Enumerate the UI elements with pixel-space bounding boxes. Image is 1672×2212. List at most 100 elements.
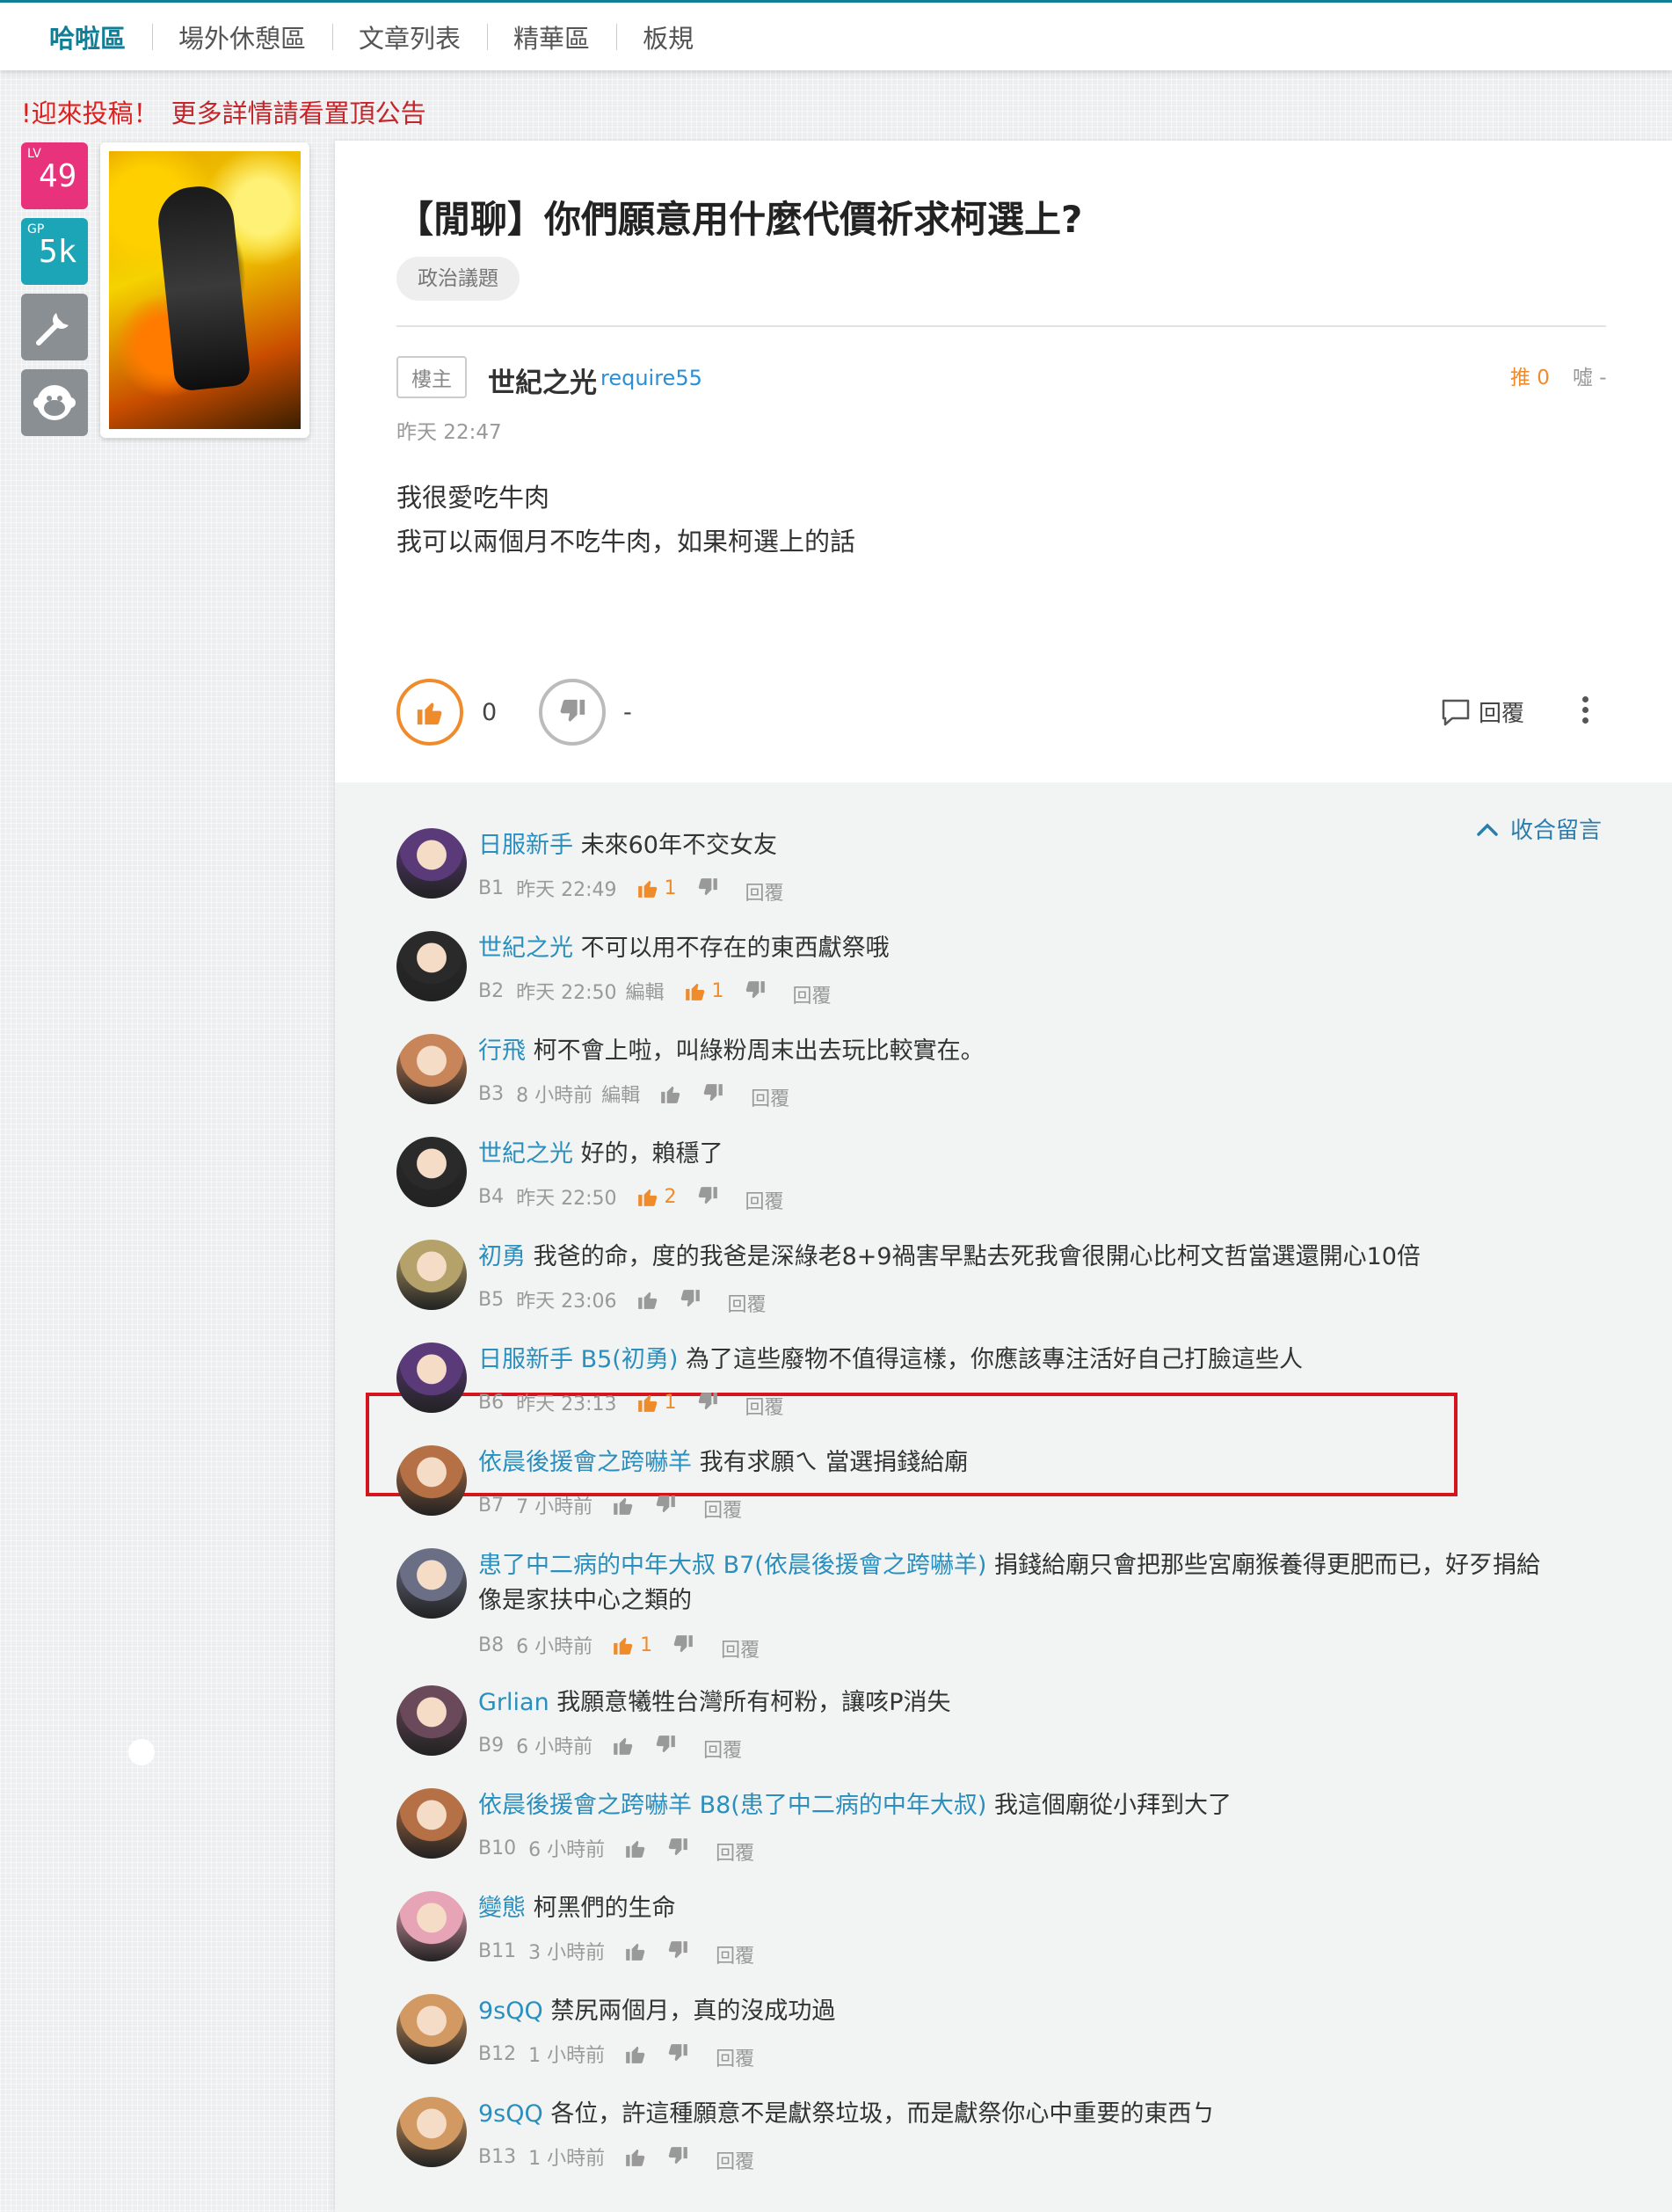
commenter-avatar[interactable] [396, 1034, 467, 1104]
commenter-name[interactable]: 變態 [478, 1895, 526, 1922]
commenter-name[interactable]: 依晨後援會之跨嚇羊 [478, 1449, 692, 1476]
comment-reply-button[interactable]: 回覆 [793, 980, 832, 1008]
avatar-button[interactable] [21, 369, 88, 436]
comment-dislike-button[interactable] [666, 1837, 689, 1859]
reply-target[interactable]: B5(初勇) [581, 1346, 679, 1373]
comment-reply-button[interactable]: 回覆 [728, 1289, 767, 1317]
comment-reply-button[interactable]: 回覆 [745, 1392, 784, 1420]
comment-reply-button[interactable]: 回覆 [716, 2146, 754, 2174]
nav-tab-hala[interactable]: 哈啦區 [33, 18, 152, 55]
more-dot [1581, 707, 1588, 713]
comment-dislike-button[interactable] [744, 979, 767, 1002]
comment-like-button[interactable] [624, 1939, 647, 1962]
comment-like-button[interactable] [659, 1082, 682, 1105]
comment-like-button[interactable]: 1 [684, 979, 724, 1002]
comment-reply-button[interactable]: 回覆 [716, 1837, 754, 1866]
comment-text: 我爸的命，度的我爸是深綠老8+9禍害早點去死我會很開心比柯文哲當選還開心10倍 [533, 1243, 1421, 1270]
commenter-name[interactable]: 世紀之光 [478, 935, 573, 962]
level-badge[interactable]: LV 49 [21, 142, 88, 209]
commenter-name[interactable]: 初勇 [478, 1243, 526, 1270]
commenter-name[interactable]: 日服新手 [478, 1346, 573, 1373]
commenter-avatar[interactable] [396, 1137, 467, 1207]
comment-reply-button[interactable]: 回覆 [703, 1735, 742, 1763]
comment-like-button[interactable]: 1 [636, 1391, 677, 1414]
commenter-avatar[interactable] [396, 1342, 467, 1413]
comment-like-button[interactable]: 1 [612, 1634, 652, 1656]
notice-link[interactable]: 更多詳情請看置頂公告 [171, 98, 426, 128]
commenter-name[interactable]: Grlian [478, 1689, 549, 1716]
nav-tab-lounge[interactable]: 場外休憩區 [152, 18, 332, 55]
comment-reply-button[interactable]: 回覆 [716, 1940, 754, 1968]
nav-tab-rules[interactable]: 板規 [616, 18, 720, 55]
commenter-name[interactable]: 依晨後援會之跨嚇羊 [478, 1792, 692, 1819]
comment-dislike-button[interactable] [666, 1939, 689, 1962]
user-portrait-frame[interactable] [100, 142, 309, 438]
nav-tab-featured[interactable]: 精華區 [487, 18, 616, 55]
commenter-name[interactable]: 日服新手 [478, 832, 573, 859]
push-count[interactable]: 推 0 [1510, 360, 1550, 390]
reply-target[interactable]: B8(患了中二病的中年大叔) [700, 1792, 987, 1819]
comment-text: 不可以用不存在的東西獻祭哦 [580, 935, 890, 962]
commenter-avatar[interactable] [396, 1891, 467, 1961]
comment-time: 6 小時前 [528, 1839, 606, 1861]
comment-dislike-button[interactable] [654, 1494, 677, 1517]
comment-dislike-button[interactable] [702, 1082, 724, 1105]
commenter-avatar[interactable] [396, 828, 467, 899]
author-name[interactable]: 世紀之光 [488, 360, 597, 400]
commenter-name[interactable]: 9sQQ [478, 1997, 543, 2025]
commenter-avatar[interactable] [396, 1685, 467, 1756]
author-id[interactable]: require55 [600, 366, 702, 390]
comment-dislike-button[interactable] [696, 877, 719, 899]
nav-tab-article-list[interactable]: 文章列表 [332, 18, 487, 55]
comment-reply-button[interactable]: 回覆 [716, 2043, 754, 2071]
more-options-button[interactable] [1580, 693, 1590, 728]
notice-marquee[interactable]: !迎來投稿！ 更多詳情請看置頂公告 [21, 93, 426, 130]
commenter-avatar[interactable] [396, 1240, 467, 1310]
comment-reply-button[interactable]: 回覆 [703, 1495, 742, 1523]
comment-like-button[interactable] [624, 1837, 647, 1859]
comment-dislike-button[interactable] [666, 2042, 689, 2065]
comment-dislike-button[interactable] [672, 1634, 694, 1656]
comment-dislike-button[interactable] [696, 1391, 719, 1414]
commenter-name[interactable]: 世紀之光 [478, 1140, 573, 1168]
comment-like-button[interactable] [612, 1734, 635, 1757]
comment-dislike-button[interactable] [679, 1288, 702, 1311]
comment-floor: B10 [478, 1837, 517, 1859]
board-nav: 哈啦區 場外休憩區 文章列表 精華區 板規 [0, 0, 1672, 70]
comment-reply-button[interactable]: 回覆 [721, 1634, 760, 1663]
commenter-name[interactable]: 患了中二病的中年大叔 [478, 1552, 716, 1579]
comment-reply-button[interactable]: 回覆 [751, 1083, 789, 1111]
comment-like-button[interactable] [636, 1288, 659, 1311]
comment-dislike-button[interactable] [666, 2145, 689, 2168]
commenter-avatar[interactable] [396, 1788, 467, 1859]
boo-count[interactable]: 噓 - [1573, 360, 1607, 390]
category-tag[interactable]: 政治議題 [396, 257, 520, 301]
commenter-avatar[interactable] [396, 1994, 467, 2064]
comment-like-button[interactable]: 1 [636, 877, 677, 899]
comment-reply-button[interactable]: 回覆 [745, 877, 784, 906]
gp-badge[interactable]: GP 5k [21, 218, 88, 285]
comment-like-button[interactable]: 2 [636, 1185, 677, 1208]
reply-target[interactable]: B7(依晨後援會之跨嚇羊) [723, 1552, 987, 1579]
comment-like-button[interactable] [624, 2145, 647, 2168]
commenter-name[interactable]: 9sQQ [478, 2100, 543, 2128]
commenter-avatar[interactable] [396, 931, 467, 1001]
commenter-name[interactable]: 行飛 [478, 1037, 526, 1065]
comment-reply-button[interactable]: 回覆 [745, 1186, 784, 1214]
edited-label: 編輯 [601, 1085, 641, 1107]
like-button[interactable] [396, 679, 463, 746]
tool-button[interactable] [21, 294, 88, 360]
commenter-avatar[interactable] [396, 1548, 467, 1619]
commenter-avatar[interactable] [396, 1445, 467, 1516]
commenter-avatar[interactable] [396, 2097, 467, 2167]
comment-dislike-button[interactable] [696, 1185, 719, 1208]
comment-meta: B11 3 小時前 回覆 [478, 1933, 754, 1968]
dislike-button[interactable] [539, 679, 606, 746]
comment-like-button[interactable] [624, 2042, 647, 2065]
reply-button[interactable]: 回覆 [1440, 695, 1524, 728]
comment-text: 各位，許這種願意不是獻祭垃圾，而是獻祭你心中重要的東西ㄅ [550, 2100, 1216, 2128]
comment-like-count: 1 [664, 877, 677, 899]
comment-like-button[interactable] [612, 1494, 635, 1517]
comment-floor: B8 [478, 1634, 505, 1656]
comment-dislike-button[interactable] [654, 1734, 677, 1757]
